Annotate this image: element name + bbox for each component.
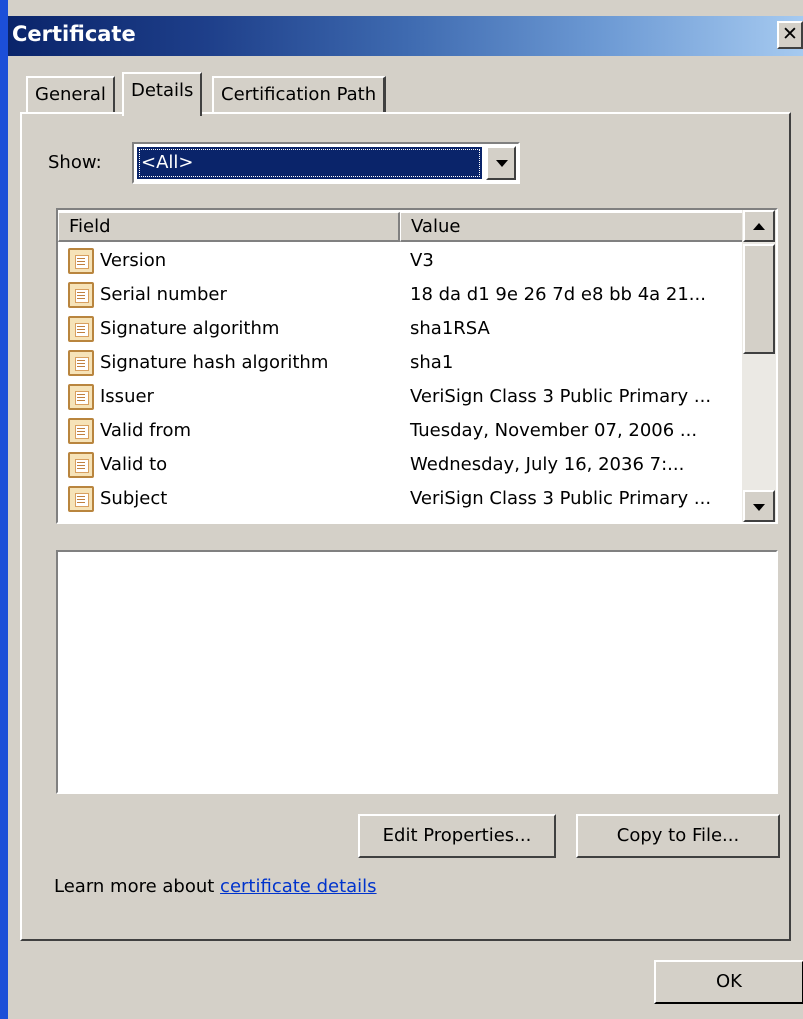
copy-to-file-button[interactable]: Copy to File... [576,814,780,858]
table-row[interactable]: Subject VeriSign Class 3 Public Primary .… [66,482,746,516]
certificate-field-icon [68,486,94,512]
dropdown-button[interactable] [486,146,516,180]
learn-more-prefix: Learn more about [54,876,221,897]
field-name: Signature hash algorithm [100,352,329,373]
certificate-details-link[interactable]: certificate details [220,876,377,897]
title-bar[interactable]: Certificate ✕ [8,16,803,56]
learn-more-text: Learn more about certificate details [54,876,377,897]
ok-button[interactable]: OK [654,960,803,1004]
field-value: V3 [410,250,434,271]
field-value: VeriSign Class 3 Public Primary ... [410,488,712,509]
table-row[interactable]: Valid to Wednesday, July 16, 2036 7:... [66,448,746,482]
tab-details[interactable]: Details [122,72,203,116]
scroll-down-button[interactable] [743,490,775,522]
tab-general[interactable]: General [26,76,115,112]
scroll-thumb[interactable] [743,244,775,354]
field-name: Valid from [100,420,191,441]
certificate-dialog: Certificate ✕ General Details Certificat… [0,0,803,1019]
table-row[interactable]: Valid from Tuesday, November 07, 2006 ... [66,414,746,448]
table-row[interactable]: Serial number 18 da d1 9e 26 7d e8 bb 4a … [66,278,746,312]
certificate-field-icon [68,282,94,308]
close-button[interactable]: ✕ [777,21,803,49]
table-row[interactable]: Version V3 [66,244,746,278]
column-header-value[interactable]: Value [400,212,744,242]
certificate-field-icon [68,384,94,410]
show-selected-value[interactable]: <All> [137,147,482,179]
field-name: Issuer [100,386,154,407]
field-name: Subject [100,488,168,509]
field-value: sha1 [410,352,454,373]
field-value: 18 da d1 9e 26 7d e8 bb 4a 21... [410,284,706,305]
table-row[interactable]: Signature algorithm sha1RSA [66,312,746,346]
tab-certification-path[interactable]: Certification Path [212,76,387,112]
field-value: Tuesday, November 07, 2006 ... [410,420,698,441]
field-value: Wednesday, July 16, 2036 7:... [410,454,685,475]
column-header-field[interactable]: Field [58,212,400,242]
vertical-scrollbar[interactable] [742,210,776,522]
certificate-field-icon [68,418,94,444]
field-value: VeriSign Class 3 Public Primary ... [410,386,712,407]
field-name: Signature algorithm [100,318,280,339]
show-dropdown[interactable]: <All> [132,142,520,184]
certificate-field-icon [68,350,94,376]
certificate-field-icon [68,316,94,342]
field-name: Serial number [100,284,227,305]
field-value: sha1RSA [410,318,490,339]
close-icon: ✕ [782,23,798,45]
chevron-down-icon [496,160,508,167]
field-name: Valid to [100,454,168,475]
table-row[interactable]: Issuer VeriSign Class 3 Public Primary ..… [66,380,746,414]
field-detail-box[interactable] [56,550,778,794]
table-row[interactable]: Signature hash algorithm sha1 [66,346,746,380]
show-label: Show: [48,152,102,173]
fields-list[interactable]: Field Value Version V3 Serial number 18 da … [56,208,778,524]
arrow-down-icon [753,504,765,511]
window-title: Certificate [12,22,136,46]
certificate-field-icon [68,248,94,274]
edit-properties-button[interactable]: Edit Properties... [358,814,556,858]
field-name: Version [100,250,167,271]
arrow-up-icon [753,223,765,230]
scroll-up-button[interactable] [743,210,775,242]
certificate-field-icon [68,452,94,478]
